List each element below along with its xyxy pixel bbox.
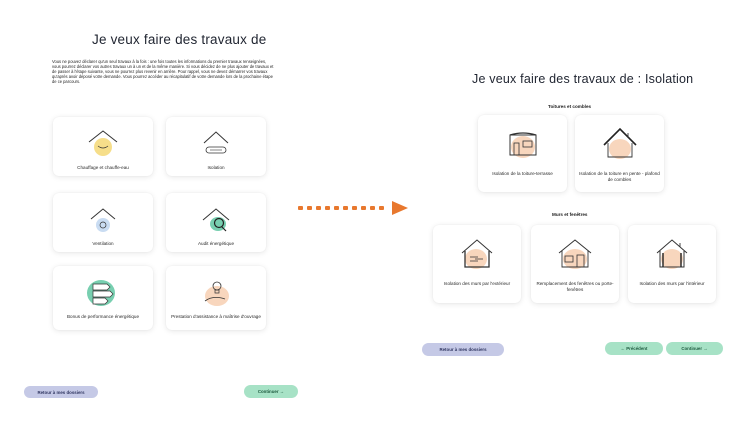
works-selection-step: Je veux faire des travaux de Vous ne pou… bbox=[0, 0, 330, 422]
card-assistance[interactable]: Prestation d'assistance à maîtrise d'ouv… bbox=[166, 266, 266, 330]
card-label: Isolation de la toiture-terrasse bbox=[492, 171, 553, 176]
previous-button[interactable]: ← Précédent bbox=[605, 342, 663, 355]
section-title-roofs: Toitures et combles bbox=[548, 104, 592, 109]
card-pitched-roof-insulation[interactable]: Isolation de la toiture en pente - plafo… bbox=[575, 115, 664, 192]
card-bonus[interactable]: Bonus de performance énergétique bbox=[53, 266, 153, 330]
ventilation-house-icon bbox=[90, 208, 116, 232]
card-flat-roof-insulation[interactable]: Isolation de la toiture-terrasse bbox=[478, 115, 567, 192]
continue-button[interactable]: Continuer → bbox=[244, 385, 298, 398]
card-window-replacement[interactable]: Remplacement des fenêtres ou porte-fenêt… bbox=[531, 225, 619, 303]
heating-house-icon bbox=[88, 130, 118, 156]
intro-text: Vous ne pouvez déclarer qu'un seul trava… bbox=[52, 59, 274, 85]
flat-roof-house-icon bbox=[509, 132, 536, 158]
pitched-roof-house-icon bbox=[602, 127, 637, 159]
continue-button[interactable]: Continuer → bbox=[666, 342, 723, 355]
exterior-wall-house-icon bbox=[461, 239, 493, 269]
window-house-icon bbox=[558, 239, 592, 269]
card-label: Isolation de la toiture en pente - plafo… bbox=[579, 171, 660, 182]
card-ventilation[interactable]: Ventilation bbox=[53, 193, 153, 252]
energy-label-icon bbox=[87, 280, 115, 306]
card-chauffage[interactable]: Chauffage et chauffe-eau bbox=[53, 117, 153, 176]
back-to-files-button[interactable]: Retour à mes dossiers bbox=[422, 343, 504, 356]
card-label: Audit énergétique bbox=[197, 241, 234, 246]
insulation-house-icon bbox=[203, 131, 229, 154]
page-title: Je veux faire des travaux de : Isolation bbox=[472, 72, 694, 86]
interior-wall-house-icon bbox=[656, 239, 688, 269]
card-label: Prestation d'assistance à maîtrise d'ouv… bbox=[171, 314, 261, 319]
card-label: Isolation des murs par l'extérieur bbox=[443, 281, 511, 286]
transition-arrow-icon bbox=[298, 201, 408, 215]
card-audit[interactable]: Audit énergétique bbox=[166, 193, 266, 252]
page-title: Je veux faire des travaux de bbox=[92, 32, 267, 47]
card-isolation[interactable]: Isolation bbox=[166, 117, 266, 176]
card-label: Remplacement des fenêtres ou porte-fenêt… bbox=[536, 281, 614, 292]
isolation-selection-step: Je veux faire des travaux de : Isolation… bbox=[420, 0, 742, 422]
card-label: Isolation des murs par l'intérieur bbox=[639, 281, 705, 286]
section-title-walls: Murs et fenêtres bbox=[552, 212, 588, 217]
card-interior-wall-insulation[interactable]: Isolation des murs par l'intérieur bbox=[628, 225, 716, 303]
audit-house-icon bbox=[202, 208, 230, 232]
card-label: Ventilation bbox=[92, 241, 114, 246]
card-exterior-wall-insulation[interactable]: Isolation des murs par l'extérieur bbox=[433, 225, 521, 303]
card-label: Isolation bbox=[207, 165, 225, 170]
card-label: Bonus de performance énergétique bbox=[66, 314, 140, 319]
card-label: Chauffage et chauffe-eau bbox=[77, 165, 129, 170]
lightbulb-hand-icon bbox=[204, 281, 229, 306]
back-to-files-button[interactable]: Retour à mes dossiers bbox=[24, 386, 98, 398]
